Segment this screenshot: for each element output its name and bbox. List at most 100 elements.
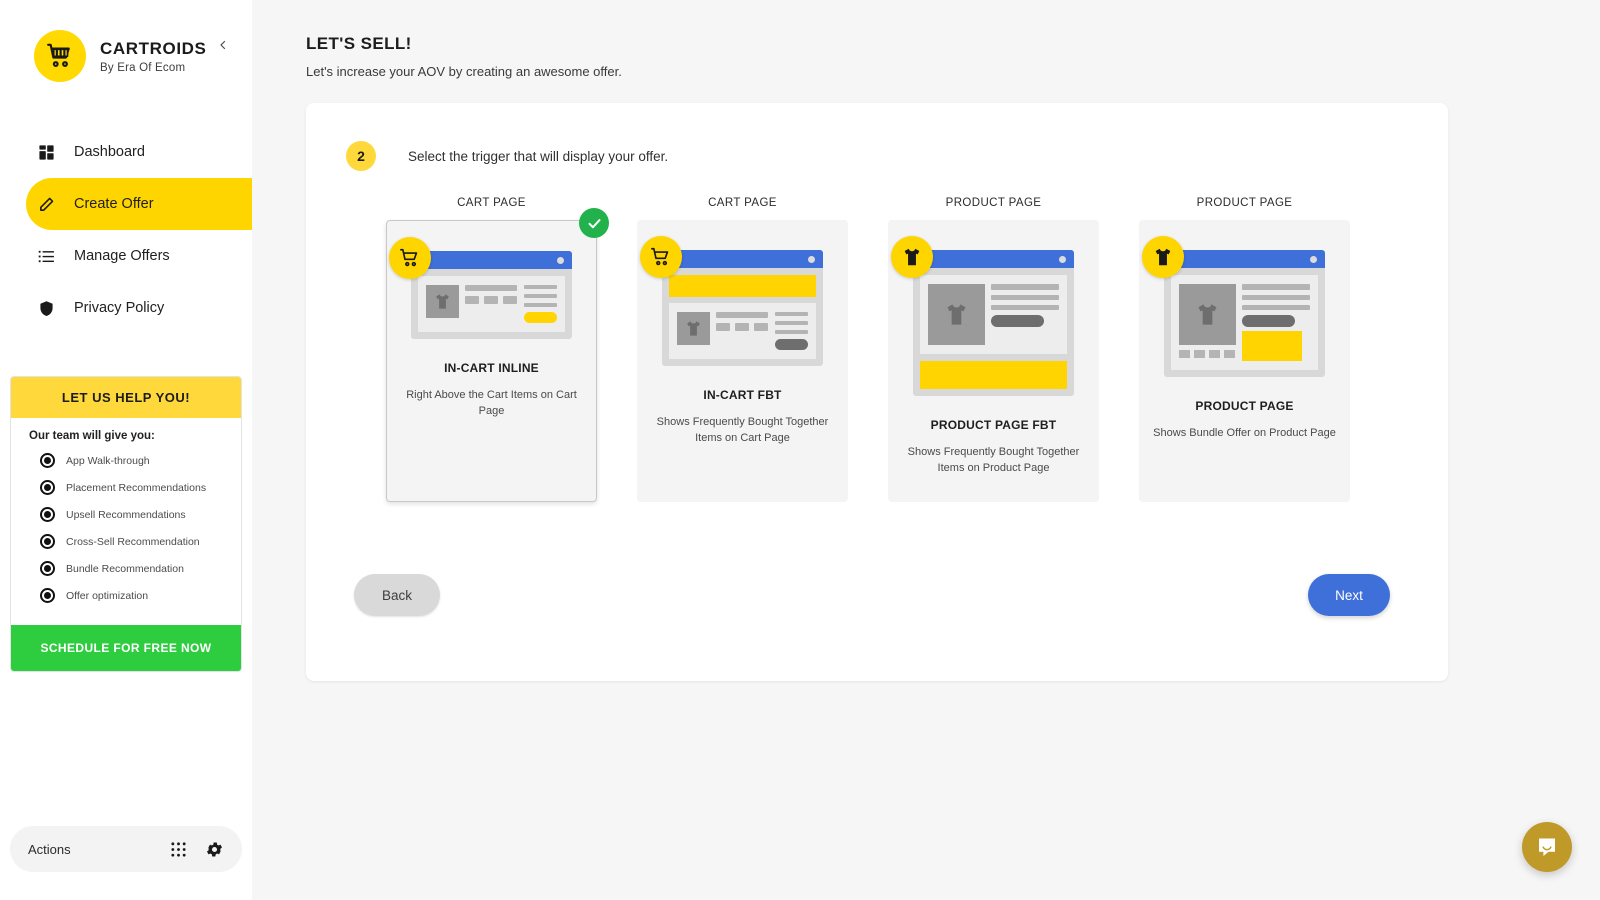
help-option[interactable]: Cross-Sell Recommendation	[29, 534, 241, 549]
sidebar-nav: Dashboard Create Offer Manage Offers Pri…	[0, 126, 252, 334]
trigger-title: PRODUCT PAGE FBT	[930, 418, 1057, 432]
apps-grid-icon[interactable]	[170, 841, 187, 858]
trigger-title: IN-CART INLINE	[444, 361, 539, 375]
help-option[interactable]: Bundle Recommendation	[29, 561, 241, 576]
sidebar: CARTROIDS By Era Of Ecom Dashboard Creat…	[0, 0, 252, 900]
shopping-cart-icon	[389, 237, 431, 279]
help-option-label: App Walk-through	[66, 454, 150, 467]
trigger-card[interactable]: PRODUCT PAGE Shows Bundle Offer on Produ…	[1139, 220, 1350, 502]
radio-selected-icon	[40, 480, 55, 495]
trigger-caption: PRODUCT PAGE	[1196, 197, 1293, 209]
step-indicator: 2 Select the trigger that will display y…	[306, 141, 1448, 171]
trigger-preview	[640, 236, 823, 366]
chat-bubble-icon[interactable]	[1522, 822, 1572, 872]
sidebar-item-manage-offers[interactable]: Manage Offers	[0, 230, 252, 282]
trigger-option-in-cart-fbt[interactable]: CART PAGE IN-CART FBT Shows Frequently B…	[637, 197, 848, 502]
help-option[interactable]: Placement Recommendations	[29, 480, 241, 495]
help-card: LET US HELP YOU! Our team will give you:…	[10, 376, 242, 672]
step-number-badge: 2	[346, 141, 376, 171]
brand-subtitle: By Era Of Ecom	[100, 61, 186, 74]
preview-browser-bar	[411, 251, 572, 269]
help-option-label: Cross-Sell Recommendation	[66, 535, 200, 548]
shield-icon	[38, 300, 64, 317]
trigger-preview	[389, 237, 572, 339]
offer-wizard-panel: 2 Select the trigger that will display y…	[306, 103, 1448, 681]
tshirt-icon	[928, 284, 985, 345]
sidebar-item-dashboard[interactable]: Dashboard	[0, 126, 252, 178]
trigger-caption: CART PAGE	[457, 197, 526, 209]
app-root: CARTROIDS By Era Of Ecom Dashboard Creat…	[0, 0, 1600, 900]
trigger-preview	[891, 236, 1074, 396]
actions-label: Actions	[28, 841, 71, 857]
actions-bar[interactable]: Actions	[10, 826, 242, 872]
preview-product-region	[920, 275, 1067, 354]
preview-body	[1164, 268, 1325, 377]
preview-offer-banner	[920, 361, 1067, 389]
brand-header: CARTROIDS By Era Of Ecom	[0, 0, 252, 82]
wizard-footer: Back Next	[306, 502, 1448, 616]
help-option-label: Placement Recommendations	[66, 481, 207, 494]
trigger-option-product-page[interactable]: PRODUCT PAGE PRODUCT PAGE Shows Bundle O…	[1139, 197, 1350, 502]
gear-icon[interactable]	[205, 840, 224, 859]
preview-browser-bar	[662, 250, 823, 268]
tshirt-icon	[677, 312, 710, 345]
sidebar-item-privacy-policy[interactable]: Privacy Policy	[0, 282, 252, 334]
help-option-label: Offer optimization	[66, 589, 149, 602]
sidebar-item-label: Privacy Policy	[74, 300, 165, 316]
preview-product-region	[1171, 275, 1318, 370]
preview-browser-bar	[913, 250, 1074, 268]
preview-body	[913, 268, 1074, 396]
help-option[interactable]: Upsell Recommendations	[29, 507, 241, 522]
preview-browser-bar	[1164, 250, 1325, 268]
tshirt-icon	[426, 285, 459, 318]
trigger-description: Shows Frequently Bought Together Items o…	[656, 416, 829, 444]
list-icon	[38, 248, 64, 265]
preview-offer-block	[1242, 331, 1302, 361]
next-button[interactable]: Next	[1308, 574, 1390, 616]
help-card-body: Our team will give you: App Walk-through…	[11, 418, 241, 625]
brand-text: CARTROIDS By Era Of Ecom	[100, 39, 206, 74]
help-option[interactable]: Offer optimization	[29, 588, 241, 603]
trigger-card[interactable]: PRODUCT PAGE FBT Shows Frequently Bought…	[888, 220, 1099, 502]
help-option-label: Bundle Recommendation	[66, 562, 184, 575]
preview-body	[411, 269, 572, 339]
help-option[interactable]: App Walk-through	[29, 453, 241, 468]
back-button[interactable]: Back	[354, 574, 440, 616]
preview-body	[662, 268, 823, 366]
trigger-title: PRODUCT PAGE	[1195, 399, 1294, 413]
radio-selected-icon	[40, 534, 55, 549]
preview-offer-banner	[669, 275, 816, 297]
trigger-description: Right Above the Cart Items on Cart Page	[406, 389, 577, 417]
tshirt-icon	[1142, 236, 1184, 278]
radio-selected-icon	[40, 588, 55, 603]
trigger-card[interactable]: IN-CART INLINE Right Above the Cart Item…	[386, 208, 609, 502]
help-option-label: Upsell Recommendations	[66, 508, 186, 521]
trigger-options-list: CART PAGE IN-CART INLINE Right Above the…	[306, 171, 1448, 502]
trigger-caption: CART PAGE	[708, 197, 777, 209]
preview-cta-pill	[775, 339, 808, 350]
tshirt-icon	[891, 236, 933, 278]
shopping-cart-icon	[640, 236, 682, 278]
trigger-card[interactable]: IN-CART FBT Shows Frequently Bought Toge…	[637, 220, 848, 502]
trigger-caption: PRODUCT PAGE	[945, 197, 1042, 209]
trigger-description: Shows Bundle Offer on Product Page	[1153, 427, 1336, 439]
page-title: LET'S SELL!	[306, 34, 412, 53]
shopping-cart-icon	[34, 30, 86, 82]
chevron-left-icon[interactable]	[212, 34, 234, 56]
preview-thumbnail-row	[1179, 350, 1236, 358]
sidebar-item-label: Dashboard	[74, 144, 145, 160]
brand-title: CARTROIDS	[100, 38, 207, 58]
sidebar-item-create-offer[interactable]: Create Offer	[26, 178, 252, 230]
preview-cta-pill	[524, 312, 557, 323]
sidebar-item-label: Create Offer	[74, 196, 154, 212]
sidebar-item-label: Manage Offers	[74, 248, 170, 264]
dashboard-grid-icon	[38, 144, 64, 161]
preview-cta-pill	[1242, 315, 1295, 327]
radio-selected-icon	[40, 507, 55, 522]
radio-selected-icon	[40, 561, 55, 576]
help-card-heading: LET US HELP YOU!	[11, 377, 241, 418]
schedule-for-free-button[interactable]: SCHEDULE FOR FREE NOW	[11, 625, 241, 671]
pencil-icon	[38, 196, 64, 213]
trigger-option-in-cart-inline[interactable]: CART PAGE IN-CART INLINE Right Above the…	[386, 197, 609, 502]
trigger-option-product-page-fbt[interactable]: PRODUCT PAGE PRODUCT PAGE FBT Shows Freq…	[888, 197, 1099, 502]
